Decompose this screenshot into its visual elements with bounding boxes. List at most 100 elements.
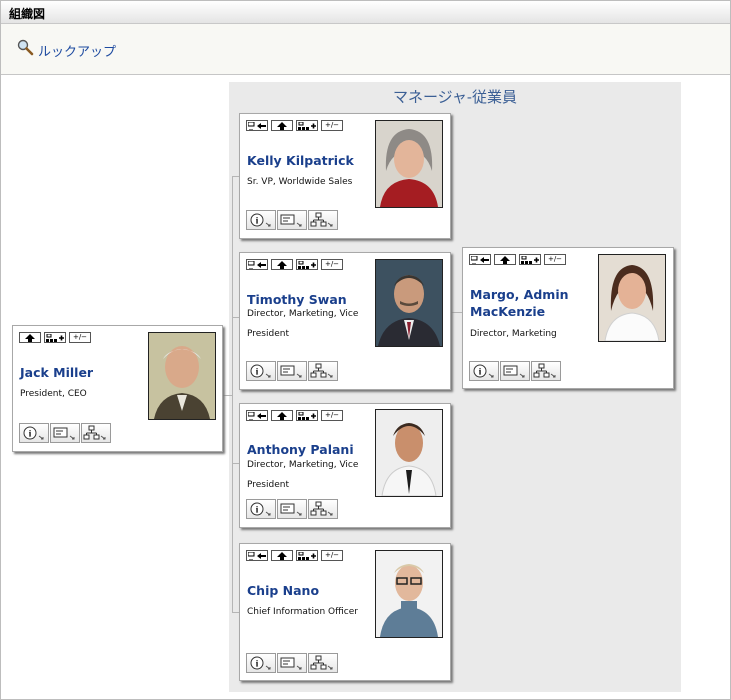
expand-children-button[interactable] bbox=[519, 254, 541, 265]
org-chart-icon bbox=[310, 212, 333, 227]
toggle-button[interactable]: +/− bbox=[69, 332, 91, 343]
toggle-button[interactable]: +/− bbox=[321, 259, 343, 270]
info-button[interactable]: i bbox=[19, 423, 49, 443]
org-expand-icon bbox=[298, 260, 316, 269]
arrow-up-icon bbox=[277, 551, 287, 560]
toggle-button[interactable]: +/− bbox=[321, 550, 343, 561]
move-up-button[interactable] bbox=[494, 254, 516, 265]
person-photo bbox=[598, 254, 666, 342]
expand-children-button[interactable] bbox=[296, 410, 318, 421]
move-left-button[interactable] bbox=[469, 254, 491, 265]
person-title: Chief Information Officer bbox=[247, 607, 358, 617]
org-expand-icon bbox=[298, 411, 316, 420]
toggle-label: +/− bbox=[324, 260, 340, 268]
card-actions: i bbox=[246, 653, 338, 673]
person-card-employee: +/− Anthony Palani Director, Marketing, … bbox=[239, 403, 451, 528]
portrait-image bbox=[376, 260, 442, 346]
expand-children-button[interactable] bbox=[44, 332, 66, 343]
info-icon: i bbox=[23, 426, 44, 440]
info-icon: i bbox=[250, 213, 271, 227]
org-chart-button[interactable] bbox=[308, 499, 338, 519]
expand-children-button[interactable] bbox=[296, 550, 318, 561]
person-arrow-icon bbox=[248, 121, 266, 130]
person-name[interactable]: Kelly Kilpatrick bbox=[247, 152, 354, 169]
person-photo bbox=[375, 120, 443, 208]
org-expand-icon bbox=[46, 333, 64, 342]
person-card-manager: +/− Jack Miller President, CEO i bbox=[12, 325, 223, 452]
vcard-button[interactable] bbox=[277, 499, 307, 519]
lookup-label: ルックアップ bbox=[38, 45, 117, 60]
card-toolbar: +/− bbox=[246, 550, 343, 561]
person-arrow-icon bbox=[248, 551, 266, 560]
toggle-button[interactable]: +/− bbox=[321, 120, 343, 131]
card-toolbar: +/− bbox=[246, 120, 343, 131]
move-left-button[interactable] bbox=[246, 410, 268, 421]
lookup-link[interactable]: ルックアップ bbox=[17, 38, 117, 60]
org-chart-icon bbox=[310, 501, 333, 516]
toggle-button[interactable]: +/− bbox=[321, 410, 343, 421]
info-button[interactable]: i bbox=[246, 499, 276, 519]
person-title: Director, Marketing, Vice President bbox=[247, 460, 359, 490]
person-name[interactable]: Margo, Admin MacKenzie bbox=[470, 286, 590, 320]
toggle-button[interactable]: +/− bbox=[544, 254, 566, 265]
toolbar: ルックアップ bbox=[1, 24, 730, 75]
window-titlebar: 組織図 bbox=[1, 1, 730, 24]
move-up-button[interactable] bbox=[271, 120, 293, 131]
move-left-button[interactable] bbox=[246, 550, 268, 561]
portrait-image bbox=[376, 121, 442, 207]
move-up-button[interactable] bbox=[19, 332, 41, 343]
org-chart-icon bbox=[533, 363, 556, 378]
person-photo bbox=[375, 409, 443, 497]
org-chart-button[interactable] bbox=[308, 210, 338, 230]
info-button[interactable]: i bbox=[246, 653, 276, 673]
person-name[interactable]: Chip Nano bbox=[247, 582, 319, 599]
card-toolbar: +/− bbox=[246, 410, 343, 421]
connector-line bbox=[222, 395, 233, 396]
card-actions: i bbox=[246, 361, 338, 381]
org-chart-button[interactable] bbox=[531, 361, 561, 381]
move-left-button[interactable] bbox=[246, 120, 268, 131]
vcard-button[interactable] bbox=[500, 361, 530, 381]
move-up-button[interactable] bbox=[271, 410, 293, 421]
org-chart-button[interactable] bbox=[308, 361, 338, 381]
vcard-button[interactable] bbox=[277, 361, 307, 381]
move-up-button[interactable] bbox=[271, 550, 293, 561]
window-title: 組織図 bbox=[9, 7, 46, 21]
person-arrow-icon bbox=[248, 260, 266, 269]
move-left-button[interactable] bbox=[246, 259, 268, 270]
vcard-button[interactable] bbox=[277, 210, 307, 230]
person-arrow-icon bbox=[471, 255, 489, 264]
toggle-label: +/− bbox=[324, 411, 340, 419]
person-card-employee: +/− Kelly Kilpatrick Sr. VP, Worldwide S… bbox=[239, 113, 451, 239]
arrow-up-icon bbox=[500, 255, 510, 264]
org-expand-icon bbox=[298, 121, 316, 130]
person-name[interactable]: Jack Miller bbox=[20, 364, 93, 381]
vcard-icon bbox=[503, 365, 525, 378]
person-card-employee: +/− Timothy Swan Director, Marketing, Vi… bbox=[239, 252, 451, 390]
expand-children-button[interactable] bbox=[296, 259, 318, 270]
info-button[interactable]: i bbox=[246, 361, 276, 381]
portrait-image bbox=[599, 255, 665, 341]
portrait-image bbox=[149, 333, 215, 419]
vcard-icon bbox=[280, 214, 302, 227]
org-expand-icon bbox=[521, 255, 539, 264]
org-chart-button[interactable] bbox=[81, 423, 111, 443]
vcard-icon bbox=[280, 657, 302, 670]
panel-title: マネージャ-従業員 bbox=[392, 88, 518, 106]
magnifier-icon bbox=[17, 39, 34, 56]
vcard-icon bbox=[280, 365, 302, 378]
toggle-label: +/− bbox=[72, 333, 88, 341]
info-button[interactable]: i bbox=[246, 210, 276, 230]
info-button[interactable]: i bbox=[469, 361, 499, 381]
move-up-button[interactable] bbox=[271, 259, 293, 270]
vcard-icon bbox=[53, 427, 75, 440]
person-card-employee: +/− Chip Nano Chief Information Officer … bbox=[239, 543, 451, 681]
arrow-up-icon bbox=[277, 260, 287, 269]
org-chart-button[interactable] bbox=[308, 653, 338, 673]
vcard-button[interactable] bbox=[50, 423, 80, 443]
person-title: President, CEO bbox=[20, 389, 87, 399]
expand-children-button[interactable] bbox=[296, 120, 318, 131]
info-icon: i bbox=[250, 656, 271, 670]
vcard-button[interactable] bbox=[277, 653, 307, 673]
info-icon: i bbox=[250, 502, 271, 516]
